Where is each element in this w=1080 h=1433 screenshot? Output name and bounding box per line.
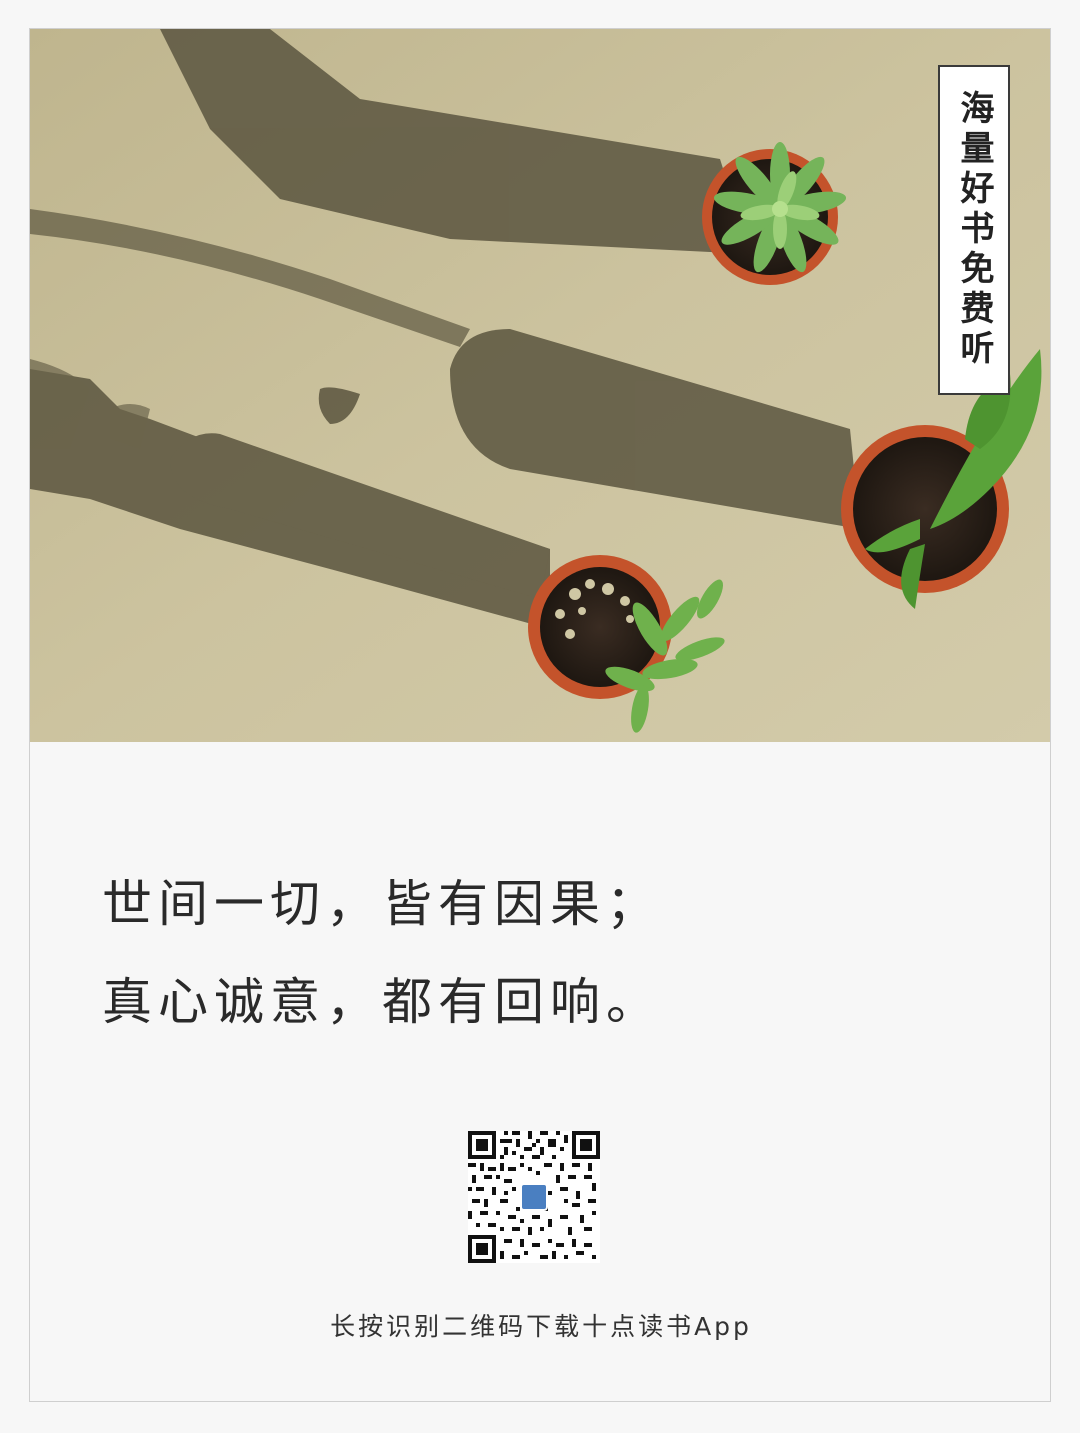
quote-block: 世间一切，皆有因果； 真心诚意，都有回响。 bbox=[102, 855, 982, 1051]
poster-card: 海量好书免费听 世间一切，皆有因果； 真心诚意，都有回响。 长按识别二维码下载十… bbox=[29, 28, 1051, 1402]
tag-text: 海量好书免费听 bbox=[954, 90, 994, 370]
photo-illustration bbox=[30, 29, 1050, 742]
quote-line-1: 世间一切，皆有因果； bbox=[102, 875, 662, 933]
app-logo-icon bbox=[520, 1183, 548, 1211]
quote-line-2: 真心诚意，都有回响。 bbox=[102, 973, 662, 1031]
succulent-photo: 海量好书免费听 bbox=[30, 29, 1050, 742]
download-caption: 长按识别二维码下载十点读书App bbox=[330, 1312, 752, 1341]
qr-code-icon[interactable] bbox=[468, 1131, 600, 1263]
free-audiobooks-tag: 海量好书免费听 bbox=[938, 65, 1010, 395]
